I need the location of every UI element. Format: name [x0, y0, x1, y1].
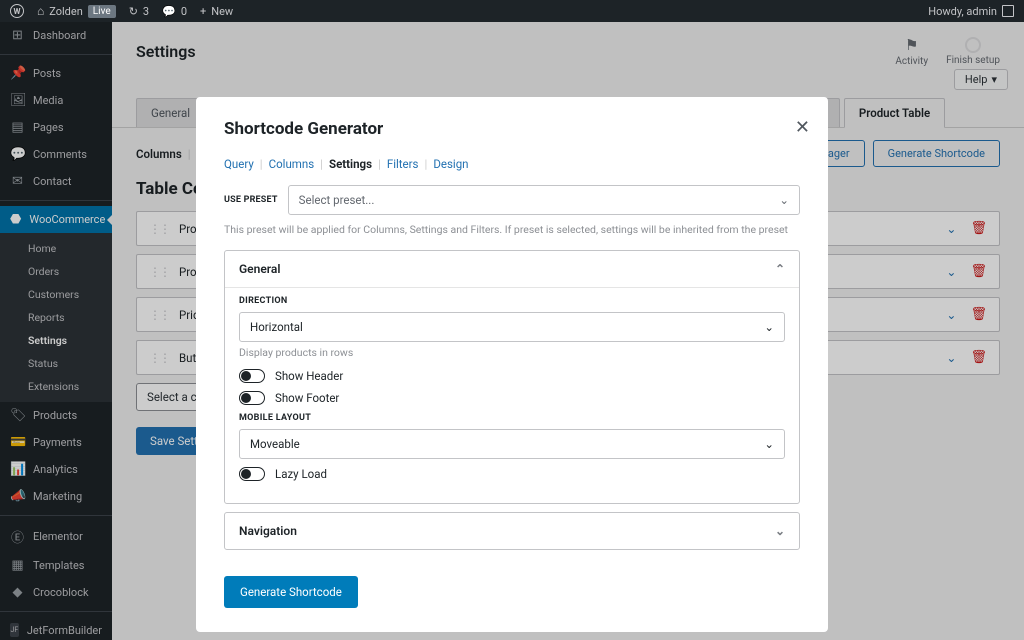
comment-count: 0 — [181, 5, 187, 18]
show-header-label: Show Header — [275, 369, 343, 383]
accordion-title: Navigation — [239, 524, 297, 538]
howdy-link[interactable]: Howdy, admin — [928, 5, 1014, 18]
lazy-load-toggle[interactable] — [239, 467, 265, 481]
chevron-down-icon: ⌄ — [779, 193, 789, 207]
shortcode-generator-modal: ✕ Shortcode Generator Query| Columns| Se… — [196, 97, 828, 632]
modal-tab-query[interactable]: Query — [224, 157, 254, 171]
wordpress-logo[interactable]: W — [10, 4, 24, 18]
preset-value: Select preset... — [299, 193, 375, 207]
modal-title: Shortcode Generator — [224, 119, 800, 139]
modal-tab-columns[interactable]: Columns — [269, 157, 315, 171]
site-link[interactable]: ⌂ Zolden Live — [37, 4, 116, 18]
lazy-load-label: Lazy Load — [275, 467, 327, 481]
show-footer-label: Show Footer — [275, 391, 339, 405]
chevron-down-icon: ⌄ — [764, 437, 774, 451]
new-label: New — [211, 5, 233, 18]
mobile-layout-select[interactable]: Moveable ⌄ — [239, 429, 785, 459]
live-badge: Live — [88, 5, 116, 18]
general-accordion-header[interactable]: General ⌃ — [225, 251, 799, 287]
navigation-accordion-header[interactable]: Navigation ⌄ — [225, 513, 799, 549]
modal-overlay[interactable]: ✕ Shortcode Generator Query| Columns| Se… — [0, 22, 1024, 640]
chevron-down-icon: ⌄ — [764, 320, 774, 334]
update-count: 3 — [143, 5, 149, 18]
mobile-layout-value: Moveable — [250, 437, 300, 451]
preset-select[interactable]: Select preset... ⌄ — [288, 185, 800, 215]
chevron-up-icon: ⌃ — [775, 262, 785, 276]
howdy-text: Howdy, admin — [928, 5, 997, 18]
direction-label: DIRECTION — [239, 296, 785, 306]
plus-icon: + — [200, 5, 206, 18]
modal-tab-design[interactable]: Design — [433, 157, 468, 171]
refresh-icon: ↻ — [129, 5, 138, 18]
close-button[interactable]: ✕ — [795, 117, 810, 138]
admin-toolbar: W ⌂ Zolden Live ↻ 3 💬 0 + New Howdy, adm… — [0, 0, 1024, 22]
general-accordion: General ⌃ DIRECTION Horizontal ⌄ Display… — [224, 250, 800, 504]
modal-tab-settings[interactable]: Settings — [329, 157, 372, 171]
avatar-icon — [1002, 5, 1014, 17]
navigation-accordion: Navigation ⌄ — [224, 512, 800, 550]
direction-hint: Display products in rows — [239, 346, 785, 359]
modal-tab-filters[interactable]: Filters — [387, 157, 419, 171]
mobile-layout-label: MOBILE LAYOUT — [239, 413, 785, 423]
direction-select[interactable]: Horizontal ⌄ — [239, 312, 785, 342]
show-footer-toggle[interactable] — [239, 391, 265, 405]
comments-link[interactable]: 💬 0 — [162, 5, 187, 18]
modal-tabs: Query| Columns| Settings| Filters| Desig… — [224, 157, 800, 171]
home-icon: ⌂ — [37, 4, 44, 18]
site-name: Zolden — [49, 5, 83, 18]
preset-label: USE PRESET — [224, 195, 278, 205]
accordion-title: General — [239, 262, 280, 276]
updates-link[interactable]: ↻ 3 — [129, 5, 149, 18]
show-header-toggle[interactable] — [239, 369, 265, 383]
modal-generate-button[interactable]: Generate Shortcode — [224, 576, 358, 608]
direction-value: Horizontal — [250, 320, 303, 334]
preset-hint: This preset will be applied for Columns,… — [224, 223, 800, 236]
comment-icon: 💬 — [162, 5, 176, 18]
chevron-down-icon: ⌄ — [775, 524, 785, 538]
new-content-link[interactable]: + New — [200, 5, 233, 18]
